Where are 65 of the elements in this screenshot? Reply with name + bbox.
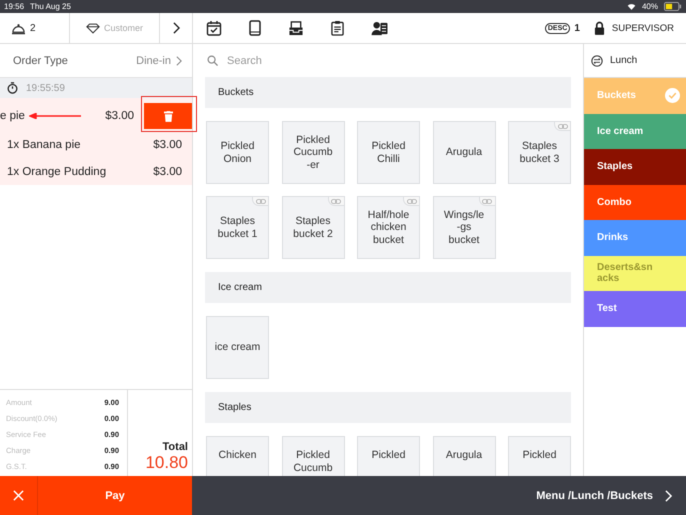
- clipboard-icon[interactable]: [331, 20, 344, 36]
- lock-icon: [594, 21, 605, 35]
- close-icon: [13, 490, 24, 501]
- product-tile[interactable]: Wings/le -gs bucket: [432, 196, 496, 259]
- order-item-row[interactable]: 1x Orange Pudding $3.00: [0, 158, 192, 185]
- battery-percent: 40%: [642, 2, 658, 11]
- menu-title: Lunch: [610, 55, 638, 66]
- item-name: 1x Orange Pudding: [7, 166, 106, 178]
- order-type-selector[interactable]: Dine-in: [136, 54, 182, 66]
- order-item-row[interactable]: 1x Banana pie $3.00: [0, 131, 192, 158]
- breadcrumb-button[interactable]: Menu /Lunch /Buckets: [192, 476, 686, 515]
- category-item[interactable]: Staples: [584, 149, 686, 184]
- table-count-button[interactable]: 2: [0, 13, 70, 43]
- status-date: Thu Aug 25: [30, 2, 71, 11]
- swipe-arrow: [28, 113, 81, 119]
- item-price: $3.00: [153, 166, 182, 178]
- product-tile[interactable]: Chicken: [206, 436, 269, 476]
- sort-count: 1: [574, 22, 580, 34]
- product-tile[interactable]: Half/hole chicken bucket: [357, 196, 420, 259]
- calendar-check-icon[interactable]: [206, 20, 222, 36]
- item-name: e pie: [0, 110, 25, 122]
- product-tile[interactable]: Pickled Onion: [206, 121, 269, 184]
- category-item[interactable]: Test: [584, 291, 686, 326]
- product-tile[interactable]: Arugula: [432, 436, 496, 476]
- section-header: Staples: [205, 392, 571, 423]
- item-name: 1x Banana pie: [7, 138, 81, 150]
- stopwatch-icon: [7, 82, 18, 94]
- product-tile[interactable]: Pickled Cucumb: [282, 436, 344, 476]
- chevron-right-icon: [176, 56, 182, 66]
- order-item-row[interactable]: e pie $3.00: [0, 101, 192, 131]
- user-role: SUPERVISOR: [612, 22, 674, 34]
- status-time: 19:56: [4, 2, 24, 11]
- product-tile[interactable]: Staples bucket 2: [282, 196, 344, 259]
- phone-icon[interactable]: [249, 20, 261, 36]
- chevron-right-icon: [665, 490, 672, 502]
- product-tile[interactable]: ice cream: [206, 316, 269, 379]
- highlight-outline: [141, 96, 197, 132]
- product-tile[interactable]: Staples bucket 3: [508, 121, 571, 184]
- section-header: Buckets: [205, 77, 571, 108]
- product-tile[interactable]: Arugula: [432, 121, 496, 184]
- product-tile[interactable]: Pickled Cucumb -er: [282, 121, 344, 184]
- switch-icon: [591, 54, 603, 66]
- product-tile[interactable]: Staples bucket 1: [206, 196, 269, 259]
- check-icon: [665, 88, 680, 104]
- product-tile[interactable]: Pickled: [357, 436, 420, 476]
- section-header: Ice cream: [205, 272, 571, 303]
- search-icon: [207, 55, 218, 66]
- chevron-right-icon: [172, 22, 180, 34]
- wifi-icon: [626, 3, 636, 10]
- product-tile[interactable]: Pickled Chilli: [357, 121, 420, 184]
- diamond-icon: [86, 22, 100, 34]
- category-item[interactable]: Combo: [584, 184, 686, 220]
- cash-tray-icon[interactable]: [288, 20, 304, 36]
- total-label: Total: [162, 441, 188, 453]
- order-timer: 19:55:59: [26, 82, 65, 94]
- product-tile[interactable]: Pickled: [508, 436, 571, 476]
- order-type-label: Order Type: [13, 54, 68, 66]
- service-bell-icon: [11, 22, 26, 34]
- total-amount: 10.80: [145, 453, 188, 473]
- trash-icon: [164, 110, 172, 122]
- battery-icon: [664, 2, 682, 11]
- item-price: $3.00: [105, 110, 134, 122]
- delete-button[interactable]: [144, 103, 192, 129]
- item-price: $3.00: [153, 138, 182, 150]
- staff-card-icon[interactable]: [371, 20, 388, 36]
